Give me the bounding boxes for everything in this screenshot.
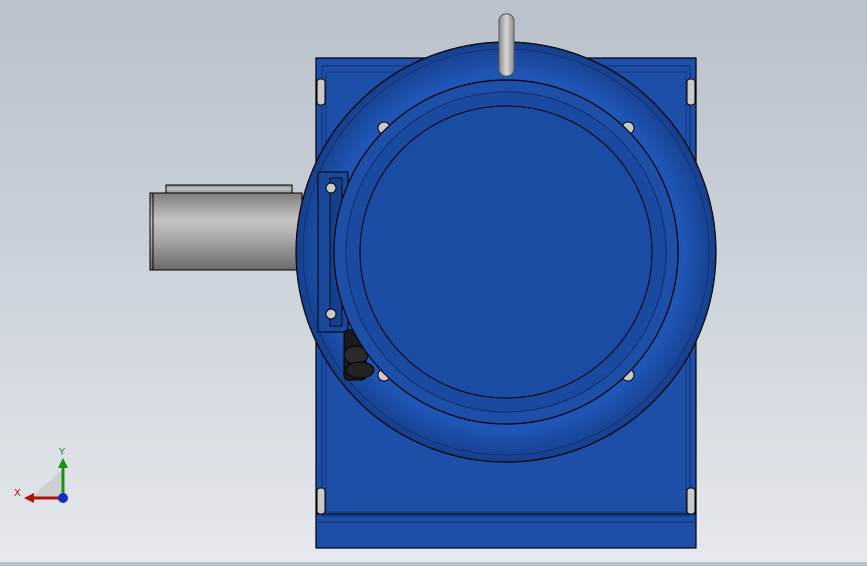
x-axis-label: X: [14, 488, 21, 499]
y-axis-label: Y: [58, 447, 66, 458]
cad-viewport[interactable]: Y X: [0, 0, 867, 562]
triad-plane: [30, 470, 62, 498]
y-axis-head: [58, 458, 68, 468]
coordinate-triad[interactable]: Y X: [12, 440, 82, 510]
motor-cover[interactable]: [333, 79, 679, 425]
lifting-eye[interactable]: [498, 13, 515, 77]
z-axis-dot: [58, 493, 68, 503]
output-shaft[interactable]: [149, 184, 303, 271]
gearbox-model[interactable]: [0, 0, 867, 562]
x-axis-head: [24, 493, 34, 503]
